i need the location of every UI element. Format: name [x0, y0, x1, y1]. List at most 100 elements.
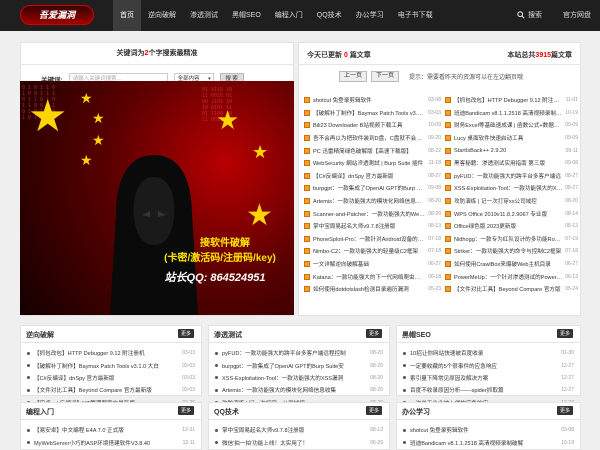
- article-title[interactable]: 一文详解逆向破解基础: [313, 260, 425, 268]
- list-item[interactable]: burpgpt：一款集成了OpenAI GPT的Burp Suite 09-08: [304, 182, 441, 195]
- list-item[interactable]: PowerMeUp：一个针对渗透测试的PowerShell 06-13: [445, 270, 578, 283]
- more-button[interactable]: 更多: [365, 329, 382, 338]
- list-item[interactable]: 微信'拍一拍'功能上线！太实用了！ 06-29: [209, 436, 389, 448]
- more-button[interactable]: 更多: [177, 406, 194, 415]
- list-item[interactable]: 黑客秘籍：渗透测试实用指南 第三版 09-08: [445, 157, 578, 170]
- list-item[interactable]: Office绿色版 2023更新版 08-13: [445, 220, 578, 233]
- promo-banner[interactable]: 0 1 0 1 1 0 1 0 0 1 1 1 0 1 1 0 1 0 1 1 …: [20, 81, 294, 315]
- article-title[interactable]: 掌中宝周易起名大师v9.7.8注册版: [222, 426, 367, 434]
- search-link[interactable]: 搜索: [517, 10, 542, 20]
- article-title[interactable]: 掌中宝周易起名大师v9.7.8注册版: [313, 222, 425, 230]
- list-item[interactable]: 如何使用CrawlBox来爆破Web主机目录 06-27: [445, 258, 578, 271]
- article-title[interactable]: 黑客秘籍：渗透测试实用指南 第三版: [454, 159, 562, 167]
- article-title[interactable]: burpgpt：一款集成了OpenAI GPT的Burp Suite: [313, 184, 425, 192]
- article-title[interactable]: Nidhogg：一款专为红队设计的多功能Rootkit: [454, 235, 562, 243]
- list-item[interactable]: Striker：一款功能强大的命令与控制C2框架 07-18: [445, 245, 578, 258]
- article-title[interactable]: 索引量下降常见原因及解决方案: [410, 374, 558, 382]
- list-item[interactable]: Scanner-and-Patcher：一款功能强大的Web漏洞 08-20: [304, 207, 441, 220]
- section-title[interactable]: 渗透测试: [214, 330, 242, 340]
- article-title[interactable]: Artemis：一款功能强大的模块化网络信息收集: [222, 386, 367, 394]
- article-title[interactable]: PhoneSploit-Pro：一款针对Android设备的渗透: [313, 235, 425, 243]
- prev-page-button[interactable]: 上一页: [339, 71, 367, 82]
- article-title[interactable]: 【文件对比工具】Beyond Compare 官方最新版: [34, 386, 179, 394]
- list-item[interactable]: WebSecurity 網站滲透測試 | Burp Suite 插件 11-18: [304, 157, 441, 170]
- netdisk-link[interactable]: 官方网盘: [563, 10, 591, 20]
- list-item[interactable]: 【抓包改包】HTTP Debugger 9.12 附注册机 11-01: [445, 94, 578, 107]
- list-item[interactable]: 【抓包改包】HTTP Debugger 9.12 附注册机 03-03: [21, 347, 201, 359]
- article-title[interactable]: XSS-Exploitation-Tool：一款功能强大的XSS漏洞: [222, 374, 367, 382]
- section-title[interactable]: 逆向破解: [26, 330, 54, 340]
- section-title[interactable]: QQ技术: [214, 407, 239, 417]
- article-title[interactable]: Lucy 桌面软件快速启动工具: [454, 134, 562, 142]
- list-item[interactable]: PC 迅雷精简绿色破解版【高速下载版】 08-22: [304, 144, 441, 157]
- nav-item-ebook[interactable]: 电子书下载: [391, 0, 440, 31]
- article-title[interactable]: Bili23 Downloader B站视频下载工具: [313, 121, 425, 129]
- article-title[interactable]: 【抓包改包】HTTP Debugger 9.12 附注册机: [454, 96, 563, 104]
- list-item[interactable]: 【C#反编译】dnSpy 官方最新版 08-27: [304, 170, 441, 183]
- nav-item-programming[interactable]: 编程入门: [268, 0, 310, 31]
- article-title[interactable]: 【C#反编译】dnSpy 官方最新版: [313, 172, 425, 180]
- article-title[interactable]: burpgpt：一款集成了OpenAI GPT的Burp Suite安: [222, 362, 367, 370]
- list-item[interactable]: 掌中宝周易起名大师v9.7.8注册版 08-13: [209, 424, 389, 436]
- list-item[interactable]: XSS-Exploitation-Tool：一款功能强大的XSS 08-27: [445, 182, 578, 195]
- list-item[interactable]: 【文件对比工具】Beyond Compare 官方最新版 03-03: [21, 384, 201, 396]
- article-title[interactable]: 班迪Bandicam v8.1.1.2518 高清视频录制破解: [410, 439, 558, 447]
- article-title[interactable]: WPS Office 2019v11.8.2.9067 专业版: [454, 210, 562, 218]
- nav-item-reverse[interactable]: 逆向破解: [141, 0, 183, 31]
- article-title[interactable]: Office绿色版 2023更新版: [454, 222, 562, 230]
- list-item[interactable]: 【破解补丁制作】Baymax Patch Tools v3.1.0 大白03-0…: [304, 107, 441, 120]
- article-title[interactable]: pyFUD：一款功能强大的跨平台多客户端远程控制: [222, 349, 367, 357]
- article-title[interactable]: 【文件对比工具】Beyond Compare 官方版: [454, 285, 562, 293]
- list-item[interactable]: shotcut 免登录剪辑软件 03-08: [397, 424, 580, 436]
- next-page-button[interactable]: 下一页: [371, 71, 399, 82]
- list-item[interactable]: StartIsBack++ 2.9.20 09-11: [445, 144, 578, 157]
- article-title[interactable]: 如何使用dotdotslash检测目录遍历漏洞: [313, 285, 425, 293]
- article-title[interactable]: Scanner-and-Patcher：一款功能强大的Web漏洞: [313, 210, 425, 218]
- more-button[interactable]: 更多: [556, 406, 573, 415]
- article-title[interactable]: XSS-Exploitation-Tool：一款功能强大的XSS: [454, 184, 562, 192]
- article-title[interactable]: Striker：一款功能强大的命令与控制C2框架: [454, 247, 562, 255]
- article-title[interactable]: 攻防演练 | 记一次打穿xx公司域控: [454, 197, 562, 205]
- article-title[interactable]: pyFUD：一款功能强大的跨平台多客户端远: [454, 172, 562, 180]
- article-title[interactable]: 10招让你网站快速被百度收录: [410, 349, 558, 357]
- article-title[interactable]: 班迪Bandicam v8.1.1.2518 高清视频录制破解: [454, 109, 562, 117]
- nav-item-office[interactable]: 办公学习: [349, 0, 391, 31]
- article-title[interactable]: WebSecurity 網站滲透測試 | Burp Suite 插件: [313, 159, 426, 167]
- list-item[interactable]: shotcut 免登录剪辑软件 03-08: [304, 94, 441, 107]
- article-title[interactable]: MyWebServer小巧的ASP环境搭建软件V3.8.40: [34, 439, 180, 447]
- list-item[interactable]: 一定要收藏的5个很事件的应急响应 12-27: [397, 359, 580, 371]
- list-item[interactable]: 【文件对比工具】Beyond Compare 官方版 05-24: [445, 283, 578, 296]
- list-item[interactable]: Bili23 Downloader B站视频下载工具 10-09: [304, 119, 441, 132]
- list-item[interactable]: 吾不会再以为把软件装到D盘，C盘就不会满了 09-20: [304, 132, 441, 145]
- list-item[interactable]: WPS Office 2019v11.8.2.9067 专业版 08-14: [445, 207, 578, 220]
- list-item[interactable]: burpgpt：一款集成了OpenAI GPT的Burp Suite安 08-20: [209, 359, 389, 371]
- list-item[interactable]: 攻防演练 | 记一次打穿xx公司域控08-20: [445, 195, 578, 208]
- article-title[interactable]: PowerMeUp：一个针对渗透测试的PowerShell: [454, 273, 562, 281]
- list-item[interactable]: 财务Excel等基础速成课 | 函数公式+数据透视 09-09: [445, 119, 578, 132]
- section-title[interactable]: 编程入门: [26, 407, 54, 417]
- article-title[interactable]: PC 迅雷精简绿色破解版【高速下载版】: [313, 147, 425, 155]
- list-item[interactable]: 如何使用dotdotslash检测目录遍历漏洞 05-23: [304, 283, 441, 296]
- list-item[interactable]: Nidhogg：一款专为红队设计的多功能Rootkit 07-19: [445, 233, 578, 246]
- nav-item-home[interactable]: 首页: [113, 0, 141, 31]
- article-title[interactable]: 微信'拍一拍'功能上线！太实用了！: [222, 439, 367, 447]
- list-item[interactable]: 一文详解逆向破解基础 06-27: [304, 258, 441, 271]
- list-item[interactable]: 掌中宝周易起名大师v9.7.8注册版 08-13: [304, 220, 441, 233]
- article-title[interactable]: 【易安卓】中文编程 E4A 7.0 正式版: [34, 426, 179, 434]
- nav-item-pentest[interactable]: 渗透测试: [183, 0, 225, 31]
- list-item[interactable]: pyFUD：一款功能强大的跨平台多客户端远 08-27: [445, 170, 578, 183]
- list-item[interactable]: Artemis：一款功能强大的模块化网络信息收集 08-20: [209, 384, 389, 396]
- list-item[interactable]: Lucy 桌面软件快速启动工具 09-09: [445, 132, 578, 145]
- list-item[interactable]: 百度不收录原因分析——spider抓取篇 12-27: [397, 384, 580, 396]
- article-title[interactable]: shotcut 免登录剪辑软件: [410, 426, 558, 434]
- list-item[interactable]: 【易安卓】中文编程 E4A 7.0 正式版 12-31: [21, 424, 201, 436]
- section-title[interactable]: 黑帽SEO: [402, 330, 431, 340]
- article-title[interactable]: shotcut 免登录剪辑软件: [313, 96, 425, 104]
- site-logo[interactable]: 吾爱漏洞: [20, 5, 94, 25]
- list-item[interactable]: Nimbo-C2：一款功能强大的轻量级C2框架 07-18: [304, 245, 441, 258]
- article-title[interactable]: 【C#反编译】dnSpy 官方最新版: [34, 374, 179, 382]
- list-item[interactable]: 索引量下降常见原因及解决方案 12-27: [397, 372, 580, 384]
- list-item[interactable]: PhoneSploit-Pro：一款针对Android设备的渗透 07-18: [304, 233, 441, 246]
- article-title[interactable]: 如何使用CrawlBox来爆破Web主机目录: [454, 260, 562, 268]
- article-title[interactable]: Nimbo-C2：一款功能强大的轻量级C2框架: [313, 247, 425, 255]
